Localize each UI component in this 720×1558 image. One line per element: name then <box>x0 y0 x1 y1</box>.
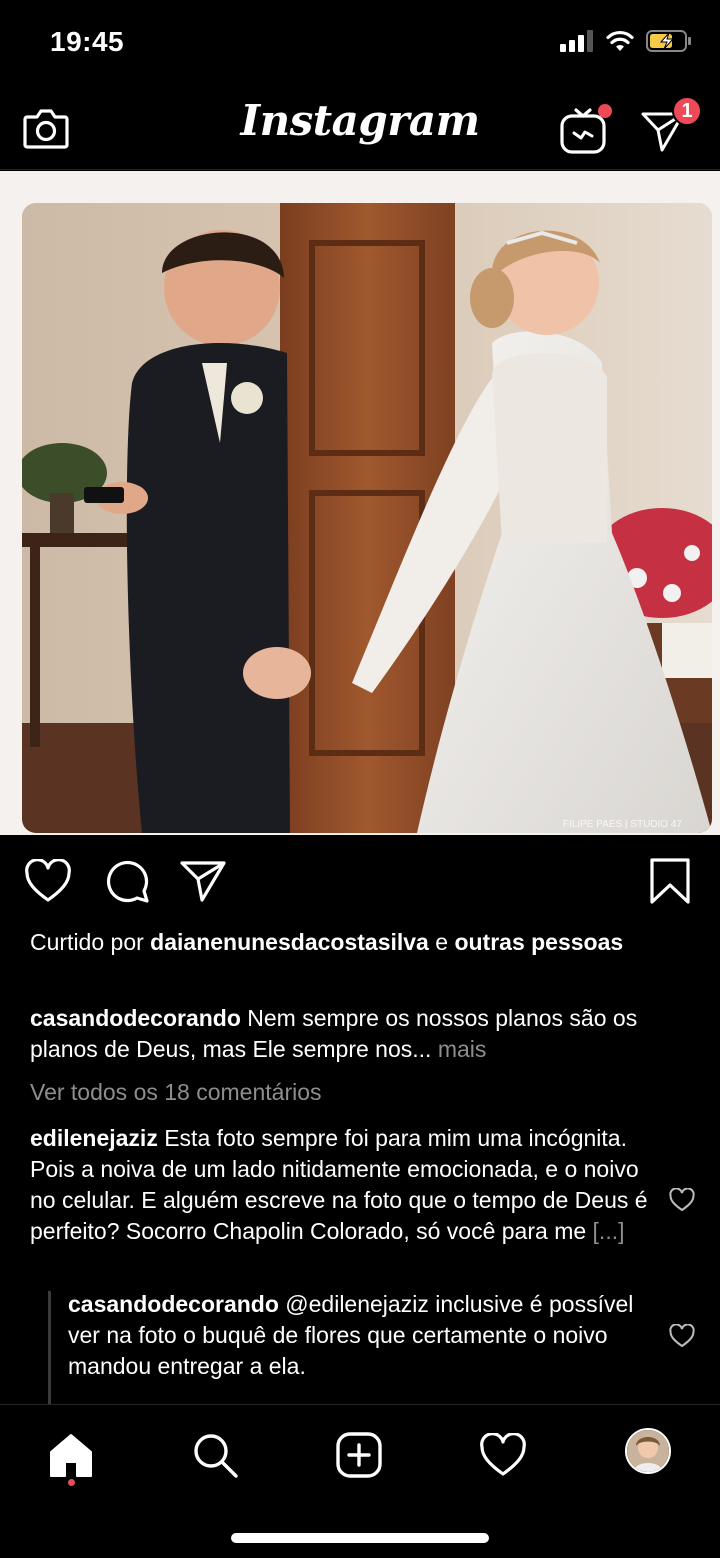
activity-heart-icon <box>480 1433 526 1476</box>
new-post-icon <box>336 1432 382 1478</box>
liked-by-user-link[interactable]: daianenunesdacostasilva <box>150 929 429 955</box>
direct-message-badge: 1 <box>672 96 702 126</box>
bookmark-icon <box>650 858 690 904</box>
igtv-button[interactable] <box>558 102 614 158</box>
search-icon <box>194 1434 238 1478</box>
save-button[interactable] <box>644 855 696 907</box>
comment-icon <box>106 860 149 903</box>
home-icon <box>50 1434 92 1477</box>
post-image-area: FILIPE PAES | STUDIO 47 <box>0 171 720 835</box>
comment-truncation[interactable]: [...] <box>593 1218 625 1244</box>
bottom-tab-bar <box>0 1404 720 1558</box>
tab-home[interactable] <box>41 1425 101 1485</box>
wedding-photo-illustration: FILIPE PAES | STUDIO 47 <box>22 203 712 833</box>
igtv-notification-dot <box>598 104 612 118</box>
like-button[interactable] <box>22 855 74 907</box>
post-caption: casandodecorando Nem sempre os nossos pl… <box>30 1003 690 1065</box>
status-bar: 19:45 <box>0 0 720 88</box>
post-photo[interactable]: FILIPE PAES | STUDIO 47 <box>22 203 712 833</box>
comment: edilenejaziz Esta foto sempre foi para m… <box>30 1123 650 1247</box>
reply-thread-line <box>48 1291 51 1404</box>
home-activity-dot <box>68 1479 75 1486</box>
tab-new-post[interactable] <box>329 1425 389 1485</box>
caption-username[interactable]: casandodecorando <box>30 1005 241 1031</box>
reply-username[interactable]: casandodecorando <box>68 1291 279 1317</box>
comment-username[interactable]: edilenejaziz <box>30 1125 158 1151</box>
photo-credit: FILIPE PAES | STUDIO 47 <box>563 819 683 830</box>
app-header: Instagram 1 <box>0 88 720 170</box>
comment-like-heart-icon[interactable] <box>669 1188 695 1212</box>
share-icon <box>180 861 226 902</box>
post-actions <box>0 851 720 911</box>
feed: FILIPE PAES | STUDIO 47 Curtido por daia… <box>0 171 720 1404</box>
profile-avatar[interactable] <box>625 1428 671 1474</box>
comment-reply: casandodecorando @edilenejaziz inclusive… <box>68 1289 658 1382</box>
share-button[interactable] <box>177 855 229 907</box>
wifi-icon <box>606 30 634 51</box>
avatar-picture <box>627 1430 669 1472</box>
battery-charging-icon <box>646 30 691 52</box>
likes-prefix: Curtido por <box>30 929 144 955</box>
comment-button[interactable] <box>101 855 153 907</box>
likes-summary: Curtido por daianenunesdacostasilva e ou… <box>30 927 690 958</box>
home-indicator <box>231 1533 489 1543</box>
likes-connector: e <box>435 929 449 955</box>
status-time: 19:45 <box>50 26 125 57</box>
reply-like-heart-icon[interactable] <box>669 1324 695 1348</box>
heart-icon <box>25 859 71 902</box>
tab-activity[interactable] <box>473 1425 533 1485</box>
view-all-comments-link[interactable]: Ver todos os 18 comentários <box>30 1077 322 1108</box>
tab-search[interactable] <box>185 1425 245 1485</box>
direct-message-button[interactable]: 1 <box>640 96 702 160</box>
status-icons <box>560 30 692 52</box>
caption-more-link[interactable]: mais <box>438 1036 487 1062</box>
signal-icon <box>560 30 593 52</box>
other-likers-link[interactable]: outras pessoas <box>454 929 623 955</box>
